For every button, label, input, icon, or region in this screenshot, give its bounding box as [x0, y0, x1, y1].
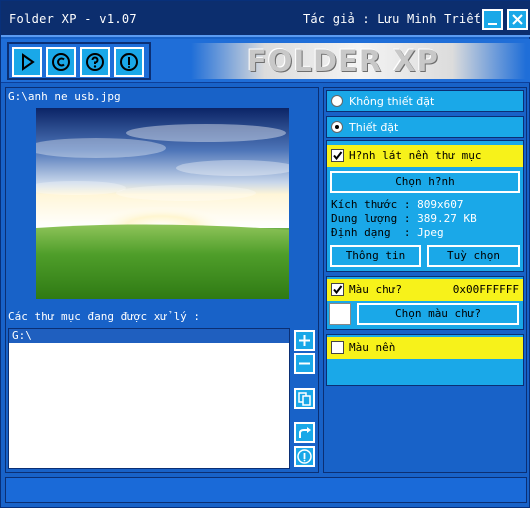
capacity-info: Dung lượng : 389.27 KB [331, 212, 477, 225]
radio-button[interactable] [331, 95, 343, 107]
help-icon [86, 53, 104, 71]
capacity-label: Dung lượng : [331, 212, 418, 225]
copy-icon [298, 392, 311, 406]
choose-image-button[interactable]: Chọn h?nh [330, 171, 520, 193]
title-bar[interactable]: Folder XP - v1.07 Tác giả : Lưu Minh Tri… [1, 1, 530, 37]
size-label: Kích thước : [331, 198, 418, 211]
plus-icon [299, 335, 310, 346]
radio-button[interactable] [331, 121, 343, 133]
right-panel: Không thiết đặt Thiết đặt H?nh lát nền t… [323, 87, 527, 473]
folder-list[interactable]: G:\ [8, 328, 290, 469]
radio-no-setting[interactable]: Không thiết đặt [326, 90, 524, 112]
info-button[interactable] [114, 47, 144, 77]
image-options-button[interactable]: Tuỳ chọn [427, 245, 520, 267]
text-color-header[interactable]: Màu chư? 0x00FFFFFF [327, 279, 523, 301]
left-panel: G:\anh ne usb.jpg Các thư mục đang được … [5, 87, 319, 473]
folders-label: Các thư mục đang được xử lý : [8, 310, 201, 323]
format-info: Định dạng : Jpeg [331, 226, 444, 239]
background-image-group: H?nh lát nền thư mục Chọn h?nh Kích thướ… [326, 140, 524, 272]
background-image-label: H?nh lát nền thư mục [349, 149, 482, 162]
capacity-value: 389.27 KB [417, 212, 477, 225]
info-icon [297, 449, 312, 464]
minus-icon [299, 362, 310, 365]
background-image-checkbox[interactable] [331, 149, 344, 162]
radio-setting[interactable]: Thiết đặt [326, 116, 524, 138]
redo-arrow-icon [299, 427, 311, 438]
copyright-button[interactable] [46, 47, 76, 77]
text-color-label: Màu chư? [349, 283, 402, 296]
background-color-checkbox[interactable] [331, 341, 344, 354]
text-color-checkbox[interactable] [331, 283, 344, 296]
size-value: 809x607 [417, 198, 464, 211]
minimize-icon [488, 23, 497, 25]
text-color-swatch[interactable] [329, 303, 351, 325]
image-preview [36, 108, 289, 299]
author-label: Tác giả : Lưu Minh Triết [303, 12, 482, 26]
remove-folder-button[interactable] [294, 353, 315, 374]
background-color-label: Màu nền [349, 341, 396, 354]
copyright-icon [52, 53, 70, 71]
app-logo: FOLDER XP [247, 44, 439, 78]
checkmark-icon [333, 285, 343, 295]
size-info: Kích thước : 809x607 [331, 198, 463, 211]
status-bar [5, 477, 527, 503]
background-color-group: Màu nền [326, 334, 524, 386]
format-label: Định dạng : [331, 226, 418, 239]
toolbar-button-group [7, 42, 151, 80]
play-icon [22, 53, 35, 71]
background-image-header[interactable]: H?nh lát nền thư mục [327, 145, 523, 167]
toolbar: FOLDER XP [1, 39, 530, 83]
logo-banner: FOLDER XP [191, 43, 526, 79]
info-icon [120, 53, 138, 71]
app-title: Folder XP - v1.07 [9, 12, 137, 26]
image-path: G:\anh ne usb.jpg [8, 90, 121, 103]
list-item[interactable]: G:\ [9, 329, 289, 343]
close-button[interactable] [507, 9, 528, 30]
add-folder-button[interactable] [294, 330, 315, 351]
sky-landscape-image [36, 108, 289, 299]
close-icon [512, 14, 523, 25]
help-button[interactable] [80, 47, 110, 77]
background-color-header[interactable]: Màu nền [327, 337, 523, 359]
choose-text-color-button[interactable]: Chọn màu chư? [357, 303, 519, 325]
about-button[interactable] [294, 446, 315, 467]
apply-button[interactable] [294, 422, 315, 443]
run-button[interactable] [12, 47, 42, 77]
copy-button[interactable] [294, 388, 315, 409]
minimize-button[interactable] [482, 9, 503, 30]
format-value: Jpeg [417, 226, 444, 239]
app-window: Folder XP - v1.07 Tác giả : Lưu Minh Tri… [0, 0, 530, 508]
radio-label: Không thiết đặt [349, 95, 435, 108]
image-info-button[interactable]: Thông tin [330, 245, 421, 267]
radio-label: Thiết đặt [349, 121, 399, 134]
checkmark-icon [333, 151, 343, 161]
text-color-value: 0x00FFFFFF [452, 283, 519, 296]
text-color-group: Màu chư? 0x00FFFFFF Chọn màu chư? [326, 276, 524, 330]
